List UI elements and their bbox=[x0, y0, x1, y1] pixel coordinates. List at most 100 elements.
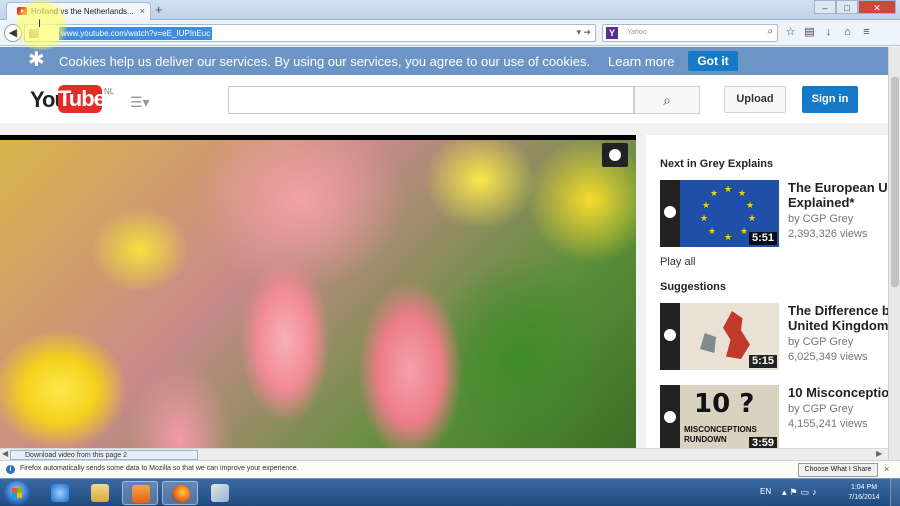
minimize-button[interactable]: – bbox=[814, 0, 836, 14]
windows-logo-icon bbox=[12, 488, 22, 498]
next-in-playlist-heading: Next in Grey Explains bbox=[660, 158, 774, 170]
menu-icon[interactable]: ≡ bbox=[860, 25, 873, 39]
video-title-line1[interactable]: The European U bbox=[788, 180, 888, 195]
sidebar-video-european-union[interactable]: ★ ★ ★ ★ ★ ★ ★ ★ ★ ★ 5:51 The European U bbox=[660, 180, 888, 248]
sidebar-video-misconceptions[interactable]: 10 ? MISCONCEPTIONS RUNDOWN 3:59 10 Misc… bbox=[660, 385, 888, 453]
sign-in-button[interactable]: Sign in bbox=[802, 86, 858, 113]
video-channel: by CGP Grey bbox=[788, 336, 854, 348]
browser-tab-strip: Holland vs the Netherlands... × + – □ ✕ bbox=[0, 0, 900, 20]
close-window-button[interactable]: ✕ bbox=[858, 0, 896, 14]
new-tab-button[interactable]: + bbox=[155, 2, 163, 17]
screen: Holland vs the Netherlands... × + – □ ✕ … bbox=[0, 0, 900, 506]
youtube-search-input[interactable] bbox=[228, 86, 634, 114]
video-title-line2[interactable]: Explained* bbox=[788, 195, 888, 210]
cookie-star-icon: ✱ bbox=[28, 49, 45, 71]
scrollbar-thumb[interactable] bbox=[891, 77, 899, 287]
taskbar-internet-explorer[interactable] bbox=[42, 481, 78, 505]
download-helper-text[interactable]: Download video from this page bbox=[25, 452, 121, 459]
notification-close-icon[interactable]: × bbox=[884, 464, 889, 474]
video-thumbnail[interactable]: 5:15 bbox=[660, 303, 779, 370]
taskbar-paint[interactable] bbox=[202, 481, 238, 505]
taskbar-firefox[interactable] bbox=[162, 481, 198, 505]
browser-tab[interactable]: Holland vs the Netherlands... × bbox=[6, 2, 151, 20]
watch-content: Next in Grey Explains ★ ★ ★ ★ ★ ★ ★ ★ ★ … bbox=[0, 123, 888, 460]
maximize-button[interactable]: □ bbox=[836, 0, 858, 14]
scroll-left-icon[interactable]: ◀ bbox=[2, 449, 8, 458]
choose-what-i-share-button[interactable]: Choose What I Share bbox=[798, 463, 878, 477]
taskbar-media-player[interactable] bbox=[122, 481, 158, 505]
region-label: NL bbox=[104, 87, 115, 96]
channel-icon bbox=[660, 303, 680, 370]
guide-menu-icon[interactable]: ☰▾ bbox=[130, 94, 150, 111]
video-duration: 5:51 bbox=[748, 232, 777, 245]
notification-text: Firefox automatically sends some data to… bbox=[20, 465, 299, 472]
play-all-link[interactable]: Play all bbox=[660, 256, 695, 268]
bookmark-star-icon[interactable]: ☆ bbox=[784, 25, 797, 39]
clock-date[interactable]: 7/16/2014 bbox=[842, 493, 886, 503]
video-views: 6,025,349 views bbox=[788, 351, 868, 363]
taskbar-clock[interactable]: 1:04 PM 7/16/2014 bbox=[842, 483, 886, 503]
search-placeholder: Yahoo bbox=[627, 29, 647, 36]
taskbar-explorer[interactable] bbox=[82, 481, 118, 505]
learn-more-link[interactable]: Learn more bbox=[608, 54, 674, 69]
window-controls: – □ ✕ bbox=[814, 0, 896, 14]
tab-close-icon[interactable]: × bbox=[140, 6, 145, 16]
windows-taskbar: EN ▴⚑▭♪ 1:04 PM 7/16/2014 bbox=[0, 478, 900, 506]
video-title-line1[interactable]: 10 Misconceptio bbox=[788, 385, 888, 400]
scroll-right-icon[interactable]: ▶ bbox=[876, 449, 882, 458]
clock-time[interactable]: 1:04 PM bbox=[842, 483, 886, 493]
watch-sidebar: Next in Grey Explains ★ ★ ★ ★ ★ ★ ★ ★ ★ … bbox=[646, 135, 888, 460]
youtube-header: You Tube NL ☰▾ ⌕ Upload Sign in bbox=[0, 75, 888, 123]
url-dropdown-reload-icons[interactable]: ▾ ➔ bbox=[576, 27, 591, 38]
video-title-line2[interactable]: United Kingdom bbox=[788, 318, 888, 333]
start-button[interactable] bbox=[4, 481, 30, 505]
download-helper-bar[interactable]: Download video from this page 2 bbox=[10, 450, 198, 460]
youtube-logo-tube[interactable]: Tube bbox=[58, 85, 106, 113]
got-it-button[interactable]: Got it bbox=[688, 51, 738, 71]
search-bar[interactable]: Y Yahoo ⌕ bbox=[602, 24, 778, 42]
download-count[interactable]: 2 bbox=[123, 452, 127, 459]
system-tray-icons[interactable]: ▴⚑▭♪ bbox=[782, 487, 820, 498]
video-title-line1[interactable]: The Difference b bbox=[788, 303, 888, 318]
url-bar[interactable]: www.youtube.com/watch?v=eE_IUPInEuc ▾ ➔ bbox=[24, 24, 596, 42]
site-identity-icon[interactable] bbox=[29, 29, 39, 38]
show-desktop-button[interactable] bbox=[890, 479, 900, 506]
info-icon: i bbox=[6, 465, 15, 474]
folder-icon bbox=[91, 484, 109, 502]
search-icon[interactable]: ⌕ bbox=[767, 26, 773, 37]
browser-nav-bar: ◀ www.youtube.com/watch?v=eE_IUPInEuc ▾ … bbox=[0, 20, 900, 46]
video-frame-tulips[interactable] bbox=[0, 140, 636, 449]
upload-button[interactable]: Upload bbox=[724, 86, 786, 113]
thumb-big-text: 10 ? bbox=[694, 389, 755, 419]
yahoo-icon[interactable]: Y bbox=[606, 27, 618, 39]
back-button[interactable]: ◀ bbox=[4, 24, 22, 42]
language-indicator[interactable]: EN bbox=[760, 487, 771, 496]
video-thumbnail[interactable]: 10 ? MISCONCEPTIONS RUNDOWN 3:59 bbox=[660, 385, 779, 452]
video-title[interactable]: The Difference b United Kingdom bbox=[788, 303, 888, 333]
video-thumbnail[interactable]: ★ ★ ★ ★ ★ ★ ★ ★ ★ ★ 5:51 bbox=[660, 180, 779, 247]
page-vertical-scrollbar[interactable] bbox=[888, 47, 900, 460]
cookie-message: Cookies help us deliver our services. By… bbox=[59, 54, 591, 69]
video-channel: by CGP Grey bbox=[788, 403, 854, 415]
bookmarks-icon[interactable]: ▤ bbox=[803, 25, 816, 39]
video-channel: by CGP Grey bbox=[788, 213, 854, 225]
download-icon[interactable]: ↓ bbox=[822, 25, 835, 39]
video-title[interactable]: The European U Explained* bbox=[788, 180, 888, 210]
home-icon[interactable]: ⌂ bbox=[841, 25, 854, 39]
paint-icon bbox=[211, 484, 229, 502]
internet-explorer-icon bbox=[51, 484, 69, 502]
video-views: 4,155,241 views bbox=[788, 418, 868, 430]
channel-icon bbox=[660, 385, 680, 452]
video-views: 2,393,326 views bbox=[788, 228, 868, 240]
media-player-icon bbox=[132, 485, 150, 503]
firefox-notification-bar: i Firefox automatically sends some data … bbox=[0, 460, 900, 478]
url-text[interactable]: www.youtube.com/watch?v=eE_IUPInEuc bbox=[59, 27, 213, 40]
youtube-search-button[interactable]: ⌕ bbox=[634, 86, 700, 114]
video-player[interactable] bbox=[0, 135, 636, 449]
video-duration: 5:15 bbox=[748, 355, 777, 368]
channel-icon bbox=[660, 180, 680, 247]
channel-watermark-icon[interactable] bbox=[602, 143, 628, 167]
sidebar-video-united-kingdom[interactable]: 5:15 The Difference b United Kingdom by … bbox=[660, 303, 888, 371]
tab-title: Holland vs the Netherlands... bbox=[31, 7, 134, 16]
video-title[interactable]: 10 Misconceptio bbox=[788, 385, 888, 400]
